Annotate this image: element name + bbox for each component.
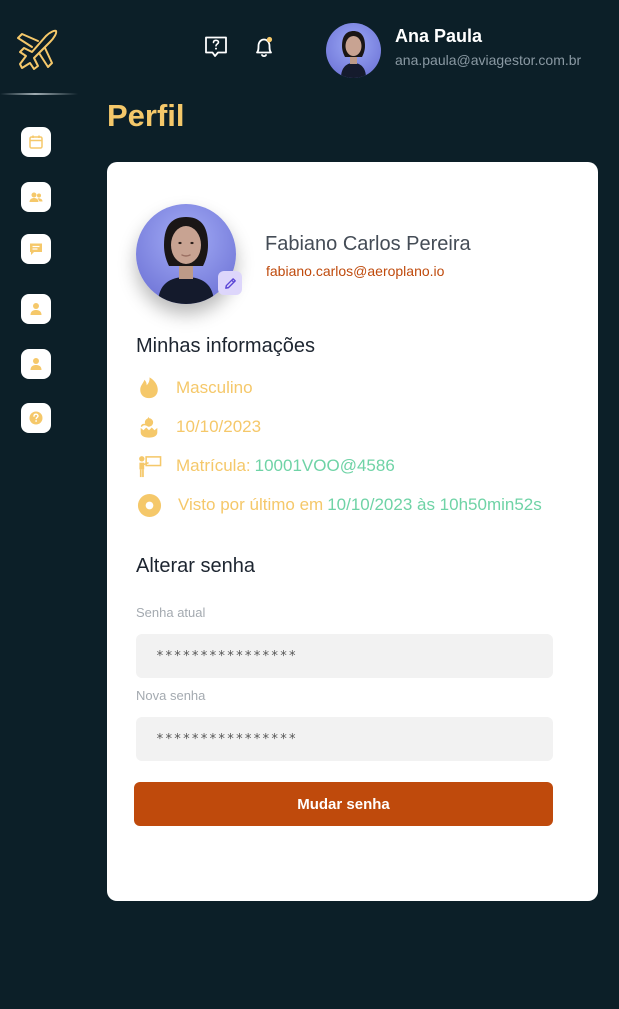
- new-password-input[interactable]: ****************: [136, 717, 553, 761]
- change-password-button[interactable]: Mudar senha: [134, 782, 553, 826]
- hatching-chick-icon: [136, 414, 162, 440]
- user-icon: [30, 303, 42, 315]
- help-chat-icon[interactable]: [203, 34, 229, 60]
- sidebar-item-calendar[interactable]: [21, 127, 51, 157]
- birthdate-text: 10/10/2023: [176, 417, 262, 436]
- edit-avatar-button[interactable]: [218, 271, 242, 295]
- airplane-logo-icon[interactable]: [12, 22, 62, 72]
- last-seen-label: Visto por último em: [178, 495, 324, 514]
- password-section-title: Alterar senha: [136, 555, 255, 577]
- users-icon: [29, 192, 43, 202]
- record-circle-icon: [136, 492, 162, 518]
- sidebar-item-chat[interactable]: [21, 234, 51, 264]
- sidebar-item-users[interactable]: [21, 182, 51, 212]
- gender-text: Masculino: [176, 378, 253, 397]
- current-password-label: Senha atual: [136, 605, 206, 620]
- help-icon: [29, 411, 43, 425]
- user-name: Ana Paula: [395, 26, 483, 46]
- fire-icon: [136, 375, 162, 401]
- notification-dot: [266, 36, 273, 43]
- registration-label: Matrícula:: [176, 456, 251, 475]
- info-birthdate-row: 10/10/2023: [136, 413, 261, 441]
- profile-email: fabiano.carlos@aeroplano.io: [266, 263, 445, 279]
- sidebar-item-help[interactable]: [21, 403, 51, 433]
- info-section-title: Minhas informações: [136, 335, 315, 357]
- profile-name: Fabiano Carlos Pereira: [265, 233, 471, 255]
- sidebar-item-account[interactable]: [21, 349, 51, 379]
- info-registration-row: Matrícula: 10001VOO@4586: [136, 452, 395, 480]
- sidebar-divider: [0, 93, 78, 95]
- pencil-icon: [224, 277, 236, 289]
- chat-icon: [30, 243, 42, 255]
- registration-value: 10001VOO@4586: [254, 456, 395, 475]
- new-password-label: Nova senha: [136, 688, 206, 703]
- calendar-icon: [29, 135, 43, 149]
- user-icon: [30, 358, 42, 370]
- sidebar-item-profile[interactable]: [21, 294, 51, 324]
- info-gender-row: Masculino: [136, 374, 253, 402]
- profile-card: Fabiano Carlos Pereira fabiano.carlos@ae…: [107, 162, 598, 901]
- current-password-input[interactable]: ****************: [136, 634, 553, 678]
- page-title: Perfil: [107, 98, 185, 133]
- presenter-board-icon: [136, 453, 162, 479]
- last-seen-value: 10/10/2023 às 10h50min52s: [327, 495, 542, 514]
- user-email: ana.paula@aviagestor.com.br: [395, 52, 582, 68]
- user-avatar[interactable]: [326, 23, 381, 78]
- info-last-seen-row: Visto por último em 10/10/2023 às 10h50m…: [136, 491, 542, 519]
- bell-icon[interactable]: [251, 34, 277, 60]
